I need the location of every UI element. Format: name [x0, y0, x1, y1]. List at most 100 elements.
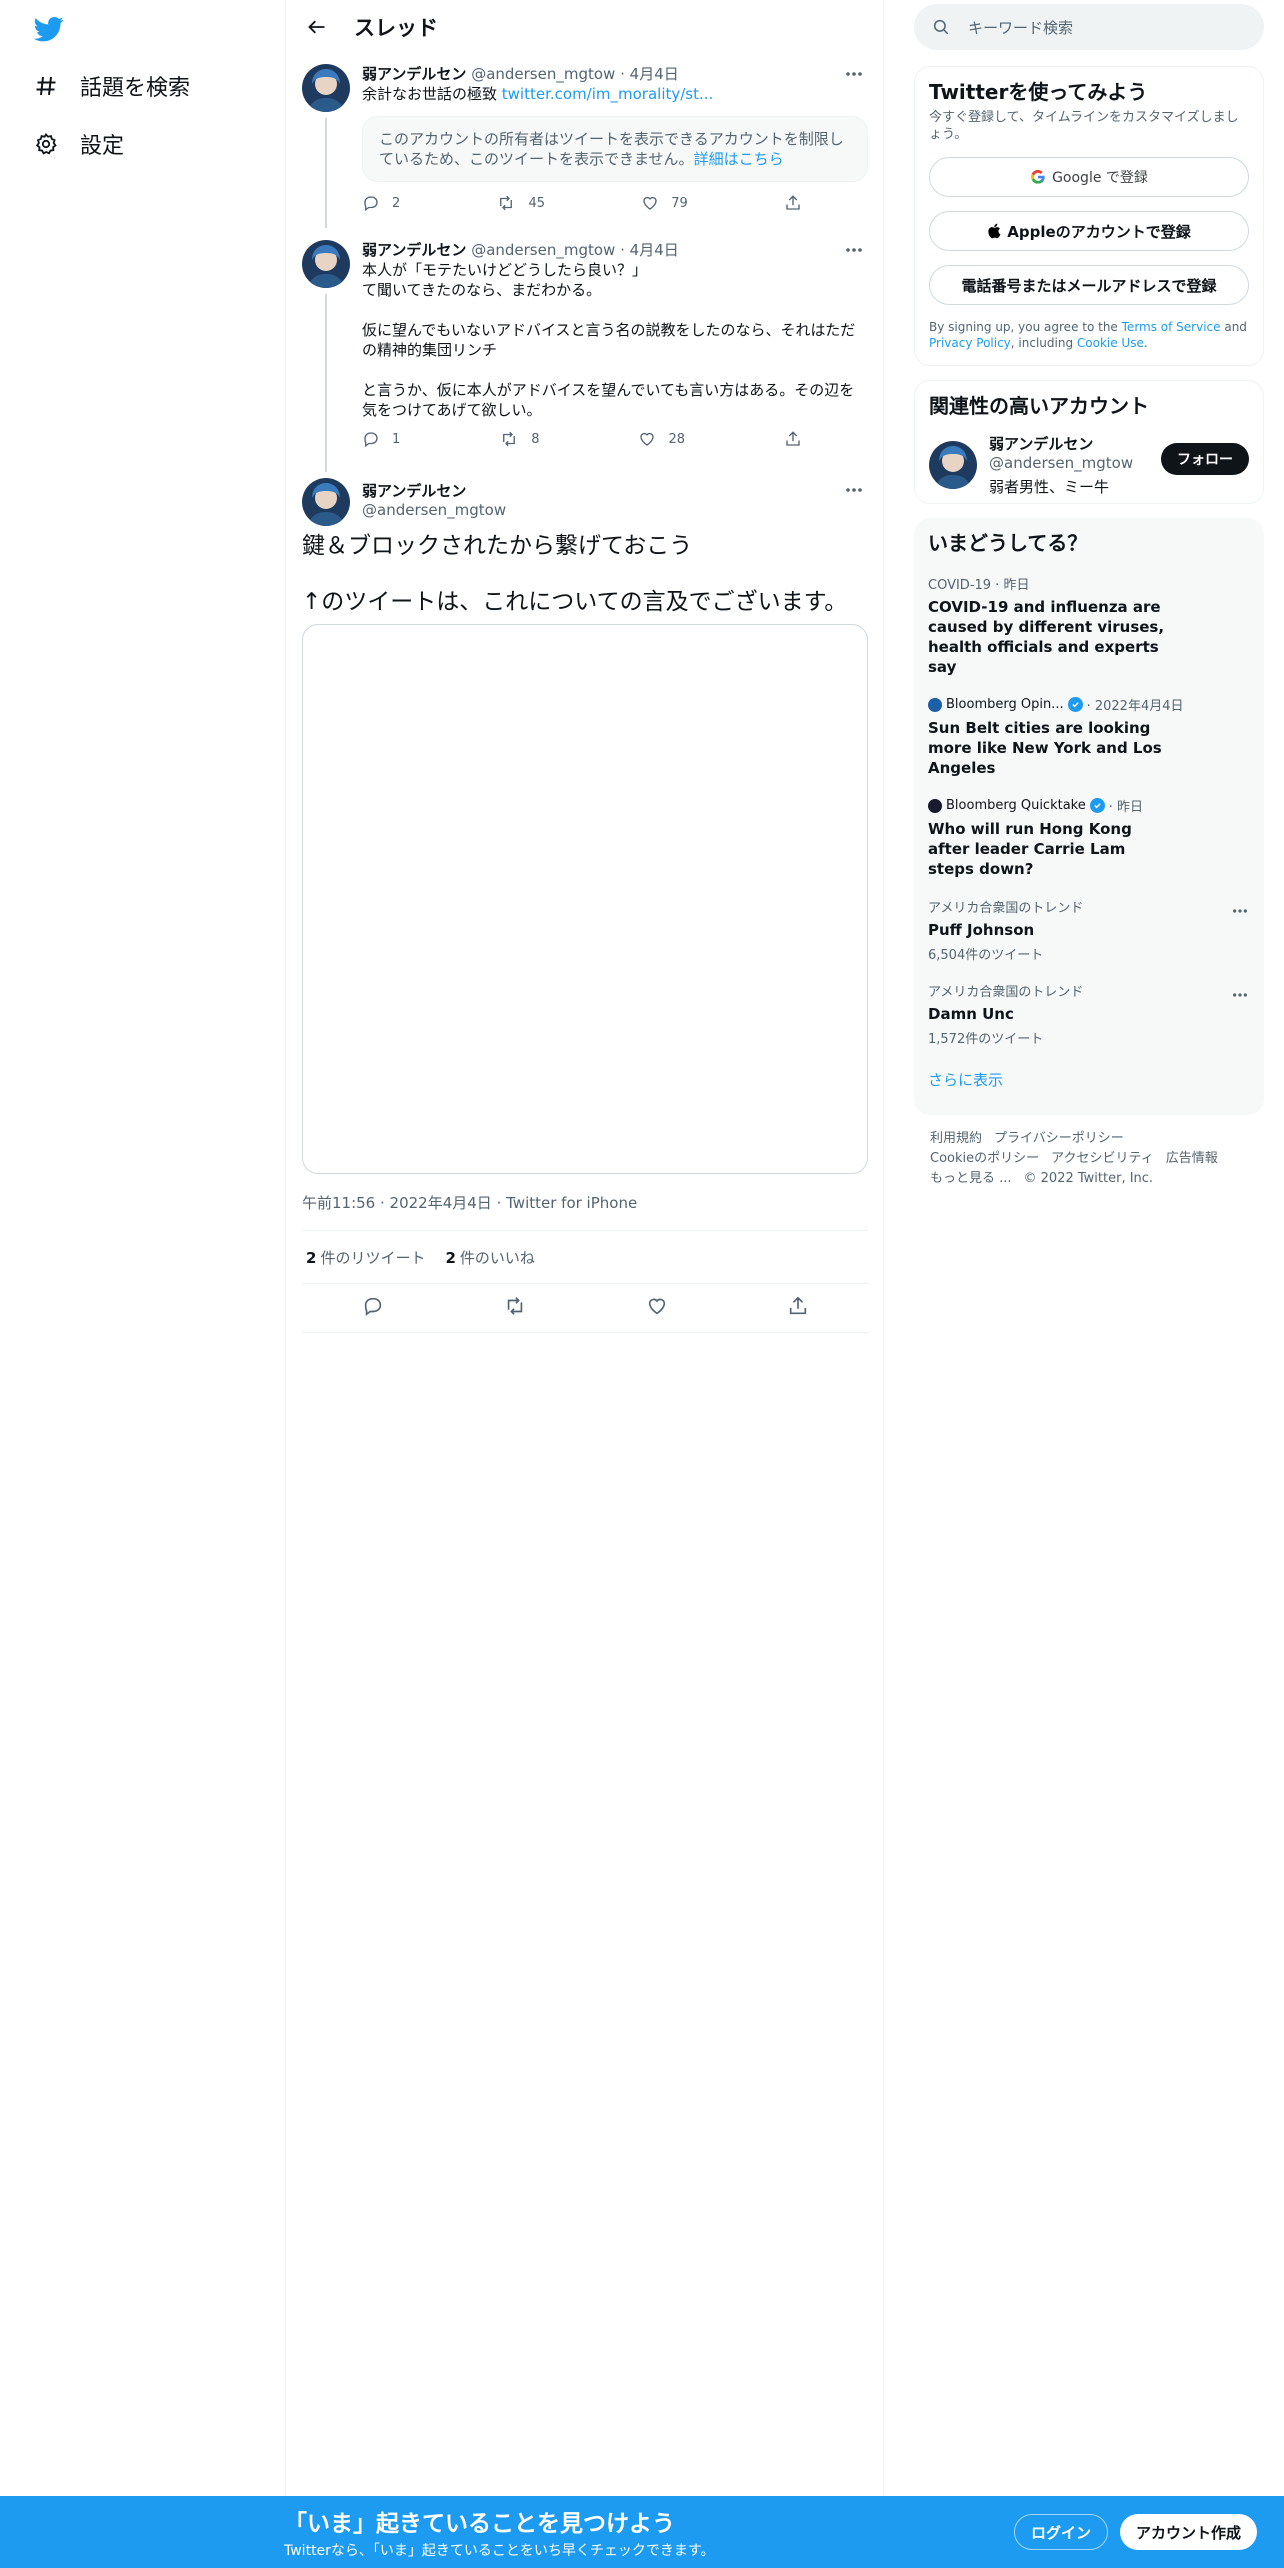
tweet-time[interactable]: 午前11:56 — [302, 1194, 375, 1212]
author-handle[interactable]: @andersen_mgtow — [471, 65, 615, 83]
tweet-stats: 2 件のリツイート 2 件のいいね — [302, 1231, 868, 1283]
author-name[interactable]: 弱アンデルセン — [362, 241, 466, 259]
footer-link[interactable]: アクセシビリティ — [1051, 1151, 1154, 1166]
footer-link[interactable]: Cookieのポリシー — [930, 1151, 1039, 1166]
focused-tweet-actions — [302, 1284, 868, 1332]
privacy-link[interactable]: Privacy Policy — [929, 336, 1011, 350]
separator-dot: · — [491, 1194, 507, 1212]
share-button[interactable] — [784, 430, 802, 448]
nav-settings[interactable]: 設定 — [32, 124, 124, 164]
trend-item[interactable]: COVID-19 · 昨日 COVID-19 and influenza are… — [928, 574, 1250, 677]
footer-link[interactable]: 利用規約 — [930, 1131, 982, 1146]
tweet-full-date[interactable]: 2022年4月4日 — [390, 1194, 492, 1212]
reply-count: 2 — [392, 195, 401, 211]
author-handle[interactable]: @andersen_mgtow — [471, 241, 615, 259]
tweet-date[interactable]: 4月4日 — [630, 65, 679, 83]
more-icon[interactable] — [1232, 983, 1248, 1002]
search-placeholder: キーワード検索 — [968, 18, 1074, 37]
trend-item[interactable]: Bloomberg Quicktake · 昨日 Who will run Ho… — [928, 796, 1250, 879]
reply-icon[interactable] — [362, 1295, 384, 1321]
trend-item[interactable]: アメリカ合衆国のトレンド Damn Unc 1,572件のツイート — [928, 981, 1250, 1047]
thread-tweet[interactable]: 弱アンデルセン @andersen_mgtow · 4月4日 本人が「モテたいけ… — [302, 240, 868, 472]
right-sidebar: キーワード検索 Twitterを使ってみよう 今すぐ登録して、タイムラインをカス… — [914, 0, 1264, 1189]
google-signup-button[interactable]: Google で登録 — [929, 157, 1249, 197]
signup-subtitle: 今すぐ登録して、タイムラインをカスタマイズしましょう。 — [929, 110, 1239, 142]
search-icon — [933, 19, 949, 35]
trend-count: 6,504件のツイート — [928, 948, 1044, 963]
trends-panel: いまどうしてる？ COVID-19 · 昨日 COVID-19 and infl… — [914, 518, 1264, 1115]
footer-more-link[interactable]: もっと見る ... — [930, 1171, 1012, 1186]
author-name[interactable]: 弱アンデルセン — [362, 480, 506, 501]
login-button[interactable]: ログイン — [1014, 2514, 1109, 2550]
back-arrow-icon[interactable] — [300, 10, 334, 44]
retweet-count: 45 — [528, 195, 546, 211]
like-count: 79 — [671, 195, 688, 211]
thread-header: スレッド — [286, 0, 883, 54]
like-button[interactable]: 28 — [638, 430, 685, 448]
nav-explore[interactable]: 話題を検索 — [32, 66, 190, 106]
share-button[interactable] — [784, 194, 802, 212]
retweet-icon — [503, 431, 516, 447]
reply-button[interactable]: 2 — [362, 194, 400, 212]
tweet-text: 余計なお世話の極致 twitter.com/im_morality/st... — [362, 84, 868, 104]
more-icon[interactable] — [842, 64, 866, 84]
tweet-body: 弱アンデルセン @andersen_mgtow · 4月4日 本人が「モテたいけ… — [362, 240, 868, 448]
avatar[interactable] — [302, 64, 350, 112]
nav-explore-label: 話題を検索 — [80, 76, 191, 101]
like-count: 28 — [668, 431, 686, 447]
author-handle[interactable]: @andersen_mgtow — [362, 501, 506, 519]
thread-tweet[interactable]: 弱アンデルセン @andersen_mgtow · 4月4日 余計なお世話の極致… — [302, 64, 868, 230]
phone-email-signup-button[interactable]: 電話番号またはメールアドレスで登録 — [929, 265, 1249, 305]
footer-link[interactable]: プライバシーポリシー — [994, 1131, 1124, 1146]
tweet-date[interactable]: 4月4日 — [630, 241, 679, 259]
embedded-media[interactable] — [302, 624, 868, 1174]
bloomberg-quicktake-icon — [928, 798, 942, 813]
twitter-bird-icon[interactable] — [32, 14, 66, 44]
trend-context: Bloomberg Opin... · 2022年4月4日 — [928, 695, 1250, 714]
related-name[interactable]: 弱アンデルセン — [989, 433, 1133, 454]
show-more-link[interactable]: さらに表示 — [928, 1069, 1250, 1109]
search-box[interactable]: キーワード検索 — [914, 4, 1264, 50]
follow-button[interactable]: フォロー — [1161, 443, 1249, 475]
hashtag-icon — [32, 72, 60, 100]
create-account-button[interactable]: アカウント作成 — [1120, 2514, 1258, 2550]
related-handle: @andersen_mgtow — [989, 454, 1134, 472]
tweet-text: 鍵＆ブロックされたから繋げておこう ↑のツイートは、これについての言及でございま… — [302, 533, 848, 615]
focused-tweet-content: 鍵＆ブロックされたから繋げておこう ↑のツイートは、これについての言及でございま… — [302, 532, 868, 1333]
tweet-meta: 弱アンデルセン @andersen_mgtow · 4月4日 — [362, 240, 868, 260]
trend-item[interactable]: アメリカ合衆国のトレンド Puff Johnson 6,504件のツイート — [928, 897, 1250, 963]
like-button[interactable]: 79 — [641, 194, 688, 212]
trend-title: Sun Belt cities are looking more like Ne… — [928, 719, 1162, 777]
more-icon[interactable] — [842, 480, 866, 500]
avatar[interactable] — [929, 441, 977, 489]
bottom-bar-subtitle: Twitterなら、「いま」起きていることをいち早くチェックできます。 — [284, 2543, 715, 2559]
avatar[interactable] — [302, 478, 350, 526]
retweets-stat[interactable]: 2 件のリツイート — [306, 1247, 425, 1268]
author-name[interactable]: 弱アンデルセン — [362, 65, 466, 83]
tweet-text: 本人が「モテたいけどどうしたら良い？」 て聞いてきたのなら、まだわかる。 仮に望… — [362, 261, 856, 419]
apple-signup-button[interactable]: Appleのアカウントで登録 — [929, 211, 1249, 251]
legal-text: and — [1220, 320, 1247, 334]
more-icon[interactable] — [1232, 899, 1248, 918]
more-icon[interactable] — [842, 240, 866, 260]
retweet-button[interactable]: 45 — [496, 194, 545, 212]
page-title: スレッド — [354, 16, 438, 40]
retweet-icon[interactable] — [503, 1295, 527, 1321]
tweet-link[interactable]: twitter.com/im_morality/st... — [502, 85, 714, 103]
learn-more-link[interactable]: 詳細はこちら — [694, 150, 784, 168]
likes-stat[interactable]: 2 件のいいね — [445, 1247, 534, 1268]
heart-icon[interactable] — [646, 1295, 668, 1321]
cookie-link[interactable]: Cookie Use — [1077, 336, 1144, 350]
retweet-button[interactable]: 8 — [499, 430, 540, 448]
likes-label: 件のいいね — [459, 1248, 535, 1267]
gear-icon — [32, 130, 60, 158]
related-account[interactable]: 弱アンデルセン @andersen_mgtow 弱者男性、ミー牛 フォロー — [929, 433, 1249, 497]
terms-link[interactable]: Terms of Service — [1122, 320, 1221, 334]
avatar[interactable] — [302, 240, 350, 288]
reply-button[interactable]: 1 — [362, 430, 400, 448]
share-icon[interactable] — [787, 1295, 809, 1321]
tweet-source[interactable]: Twitter for iPhone — [506, 1194, 637, 1212]
footer-link[interactable]: 広告情報 — [1166, 1151, 1218, 1166]
trend-item[interactable]: Bloomberg Opin... · 2022年4月4日 Sun Belt c… — [928, 695, 1250, 778]
signup-legal: By signing up, you agree to the Terms of… — [929, 319, 1249, 351]
